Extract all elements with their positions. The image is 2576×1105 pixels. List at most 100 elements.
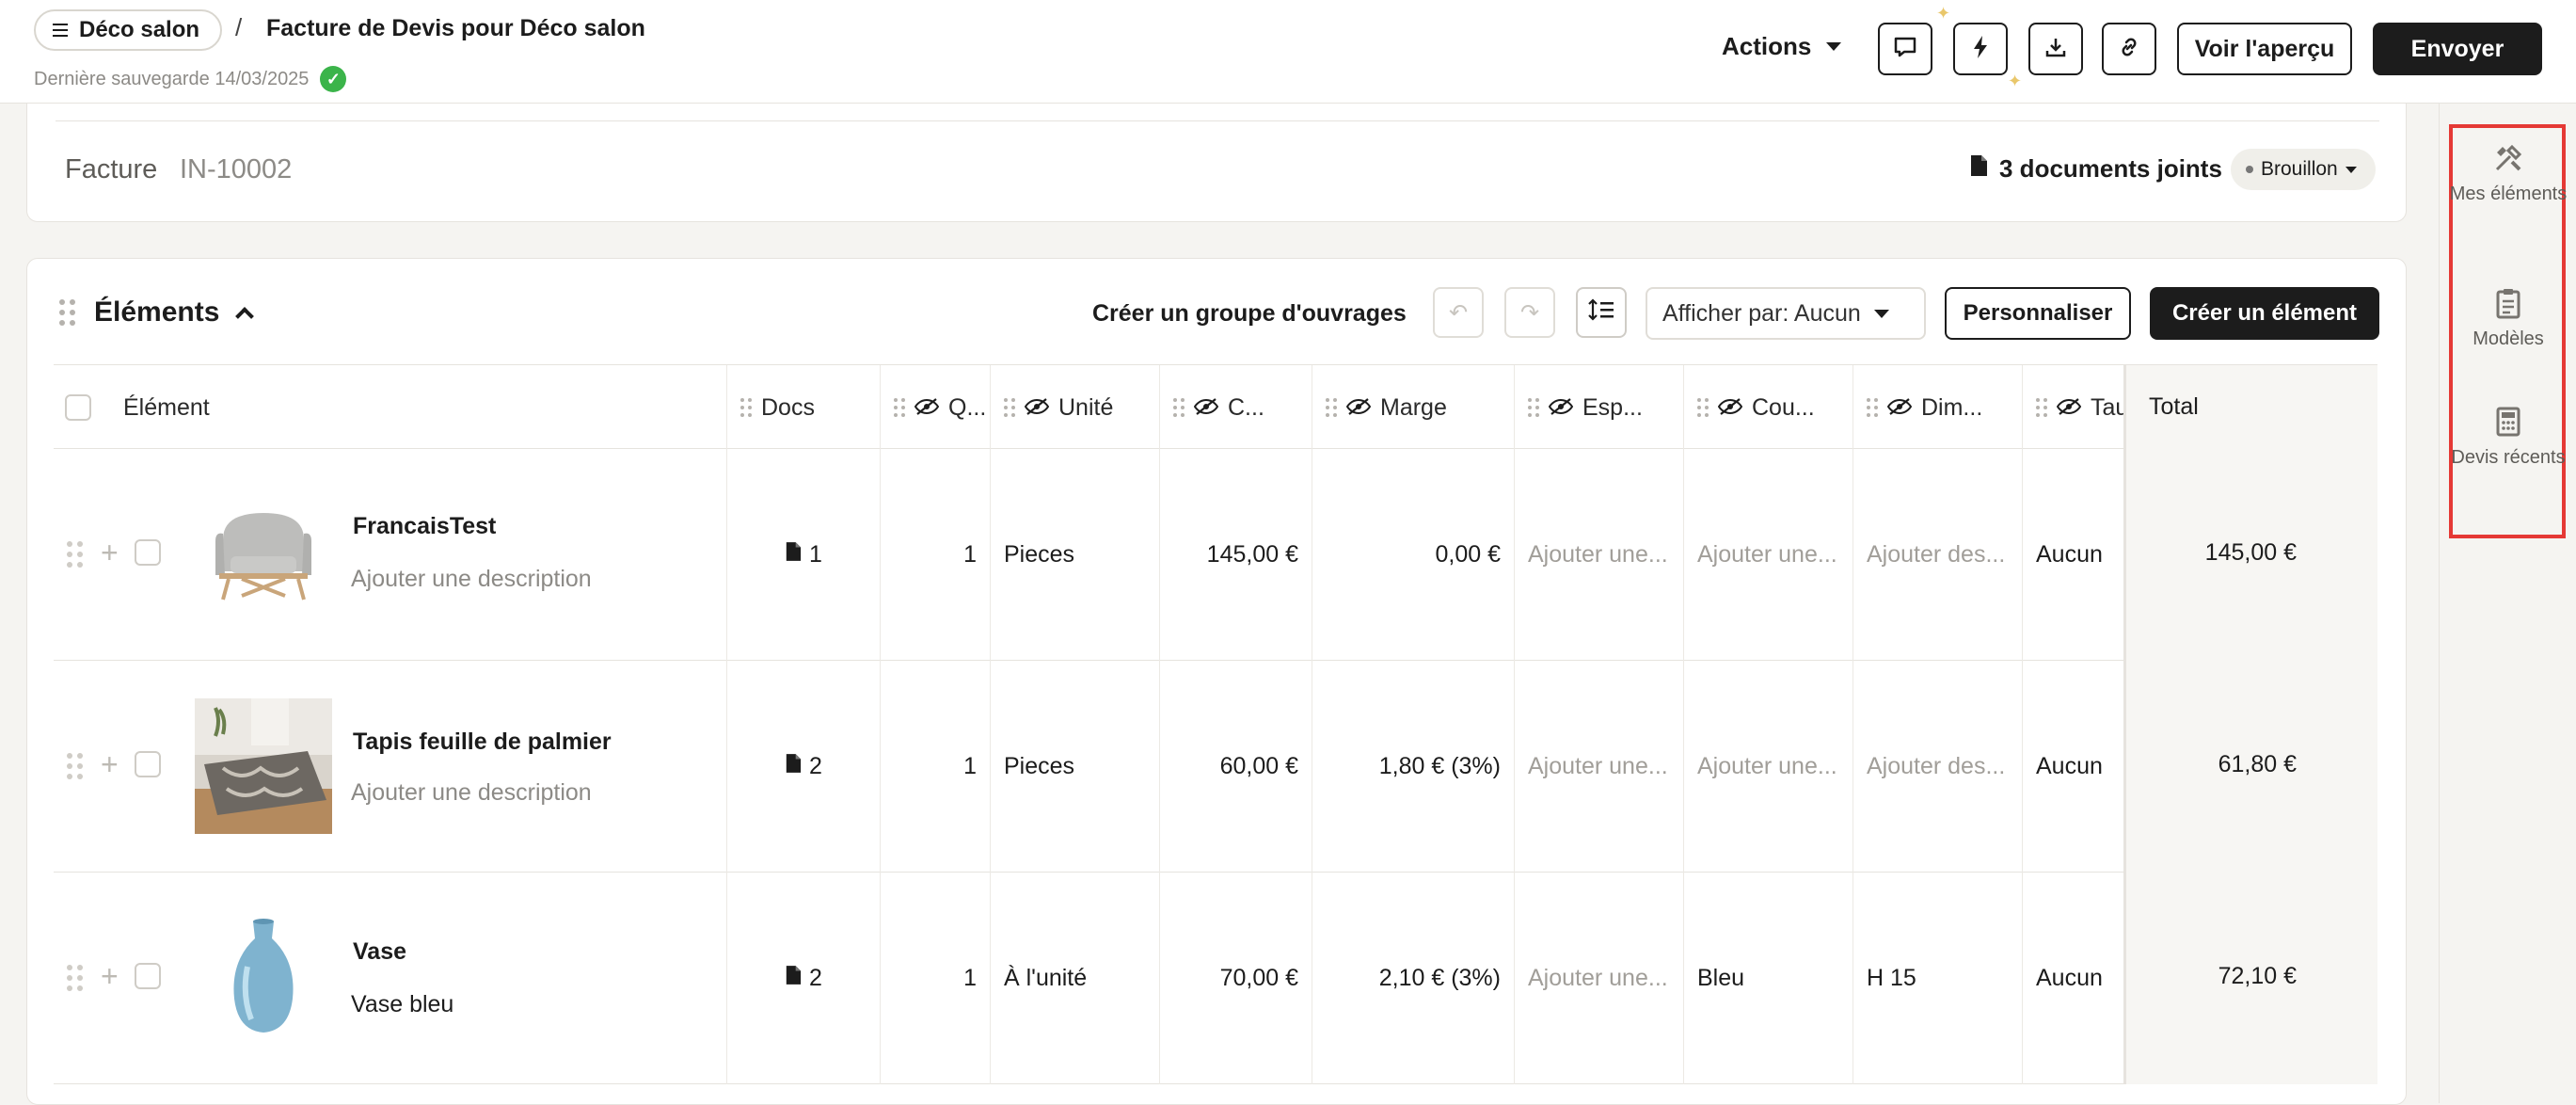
tax-cell[interactable]: Aucun: [2022, 661, 2125, 873]
docs-cell[interactable]: 1: [726, 449, 880, 661]
dimensions-cell[interactable]: Ajouter des...: [1852, 449, 2022, 661]
column-element[interactable]: Élément: [54, 365, 726, 450]
quantity-cell[interactable]: 1: [880, 661, 990, 873]
add-subitem-icon[interactable]: +: [101, 747, 119, 782]
drag-handle-icon[interactable]: [67, 753, 83, 779]
eye-off-icon[interactable]: [914, 394, 940, 422]
unit-cell[interactable]: Pieces: [990, 661, 1159, 873]
drag-handle-icon[interactable]: [67, 965, 83, 991]
table-row[interactable]: + FrancaisTest Ajouter une description 1…: [54, 449, 2377, 661]
drag-handle-icon[interactable]: [2036, 398, 2047, 417]
select-all-checkbox[interactable]: [65, 394, 91, 421]
drag-handle-icon[interactable]: [1697, 398, 1709, 417]
drag-handle-icon[interactable]: [740, 398, 752, 417]
total-value: 72,10 €: [2218, 963, 2297, 989]
column-unit[interactable]: Unité: [990, 365, 1159, 450]
sidebar-item-templates[interactable]: Modèles: [2440, 286, 2576, 352]
automation-button[interactable]: [1953, 23, 2008, 75]
docs-cell[interactable]: 2: [726, 661, 880, 873]
docs-cell[interactable]: 2: [726, 873, 880, 1084]
color-cell[interactable]: Bleu: [1683, 873, 1852, 1084]
unit-cell[interactable]: Pieces: [990, 449, 1159, 661]
dimensions-cell[interactable]: H 15: [1852, 873, 2022, 1084]
column-total[interactable]: Total: [2123, 365, 2377, 450]
cost-cell[interactable]: 60,00 €: [1159, 661, 1312, 873]
column-margin[interactable]: Marge: [1312, 365, 1514, 450]
column-docs[interactable]: Docs: [726, 365, 880, 450]
table-row[interactable]: + Tapis feuille de palmier Ajouter une d…: [54, 661, 2377, 873]
column-color[interactable]: Cou...: [1683, 365, 1852, 450]
drag-handle-icon[interactable]: [894, 398, 905, 417]
create-group-button[interactable]: Créer un groupe d'ouvrages: [1092, 300, 1407, 328]
eye-off-icon[interactable]: [1193, 394, 1219, 422]
drag-handle-icon[interactable]: [1326, 398, 1337, 417]
eye-off-icon[interactable]: [1717, 394, 1743, 422]
status-dropdown[interactable]: Brouillon: [2231, 149, 2376, 190]
display-by-dropdown[interactable]: Afficher par: Aucun: [1646, 287, 1926, 340]
table-row[interactable]: + Vase Vase bleu 2 1 À l'unité 70,00 € 2…: [54, 873, 2377, 1084]
quantity-cell[interactable]: 1: [880, 873, 990, 1084]
column-quantity[interactable]: Q...: [880, 365, 990, 450]
space-cell[interactable]: Ajouter une...: [1514, 449, 1683, 661]
item-description[interactable]: Vase bleu: [351, 991, 453, 1018]
drag-handle-icon[interactable]: [59, 299, 75, 326]
comment-button[interactable]: [1878, 23, 1932, 75]
tax-cell[interactable]: Aucun: [2022, 873, 2125, 1084]
quantity-cell[interactable]: 1: [880, 449, 990, 661]
share-link-button[interactable]: [2102, 23, 2156, 75]
cost-cell[interactable]: 70,00 €: [1159, 873, 1312, 1084]
eye-off-icon[interactable]: [1548, 394, 1574, 422]
color-cell[interactable]: Ajouter une...: [1683, 661, 1852, 873]
column-space[interactable]: Esp...: [1514, 365, 1683, 450]
actions-dropdown[interactable]: Actions: [1722, 32, 1842, 61]
download-button[interactable]: [2028, 23, 2083, 75]
preview-button[interactable]: Voir l'aperçu: [2177, 23, 2352, 75]
drag-handle-icon[interactable]: [1867, 398, 1878, 417]
eye-off-icon[interactable]: [1886, 394, 1913, 422]
space-cell[interactable]: Ajouter une...: [1514, 661, 1683, 873]
project-menu-button[interactable]: Déco salon: [34, 9, 223, 51]
item-name[interactable]: FrancaisTest: [353, 513, 496, 540]
row-checkbox[interactable]: [135, 751, 161, 777]
item-name[interactable]: Tapis feuille de palmier: [353, 729, 612, 756]
drag-handle-icon[interactable]: [1173, 398, 1185, 417]
sidebar-item-recent-quotes[interactable]: Devis récents: [2440, 405, 2576, 471]
margin-cell[interactable]: 1,80 € (3%): [1312, 661, 1514, 873]
margin-cell[interactable]: 2,10 € (3%): [1312, 873, 1514, 1084]
tax-cell[interactable]: Aucun: [2022, 449, 2125, 661]
elements-table: Élément Docs Q... Unité C... Marge Esp..…: [54, 364, 2377, 1084]
color-cell[interactable]: Ajouter une...: [1683, 449, 1852, 661]
customize-button[interactable]: Personnaliser: [1945, 287, 2131, 340]
row-checkbox[interactable]: [135, 539, 161, 566]
drag-handle-icon[interactable]: [1004, 398, 1015, 417]
item-name[interactable]: Vase: [353, 938, 406, 966]
margin-cell[interactable]: 0,00 €: [1312, 449, 1514, 661]
attachments-link[interactable]: 3 documents joints: [1969, 154, 2222, 184]
row-height-button[interactable]: [1576, 287, 1627, 338]
item-description[interactable]: Ajouter une description: [351, 566, 592, 593]
cost-cell[interactable]: 145,00 €: [1159, 449, 1312, 661]
add-subitem-icon[interactable]: +: [101, 959, 119, 994]
item-description[interactable]: Ajouter une description: [351, 779, 592, 807]
unit-cell[interactable]: À l'unité: [990, 873, 1159, 1084]
undo-button[interactable]: ↶: [1433, 287, 1484, 338]
column-dimensions[interactable]: Dim...: [1852, 365, 2022, 450]
eye-off-icon[interactable]: [1024, 394, 1050, 422]
send-button[interactable]: Envoyer: [2373, 23, 2542, 75]
sidebar-item-my-elements[interactable]: Mes éléments: [2440, 141, 2576, 207]
row-checkbox[interactable]: [135, 963, 161, 989]
drag-handle-icon[interactable]: [1528, 398, 1539, 417]
space-cell[interactable]: Ajouter une...: [1514, 873, 1683, 1084]
eye-off-icon[interactable]: [2056, 394, 2082, 422]
drag-handle-icon[interactable]: [67, 541, 83, 568]
redo-button[interactable]: ↷: [1504, 287, 1555, 338]
elements-section-toggle[interactable]: Éléments: [59, 296, 255, 328]
invoice-number[interactable]: IN-10002: [180, 154, 292, 185]
sidebar-item-label: Devis récents: [2451, 447, 2566, 468]
add-subitem-icon[interactable]: +: [101, 536, 119, 570]
eye-off-icon[interactable]: [1345, 394, 1372, 422]
create-element-button[interactable]: Créer un élément: [2150, 287, 2379, 340]
column-tax[interactable]: Tau: [2022, 365, 2125, 450]
column-cost[interactable]: C...: [1159, 365, 1312, 450]
dimensions-cell[interactable]: Ajouter des...: [1852, 661, 2022, 873]
